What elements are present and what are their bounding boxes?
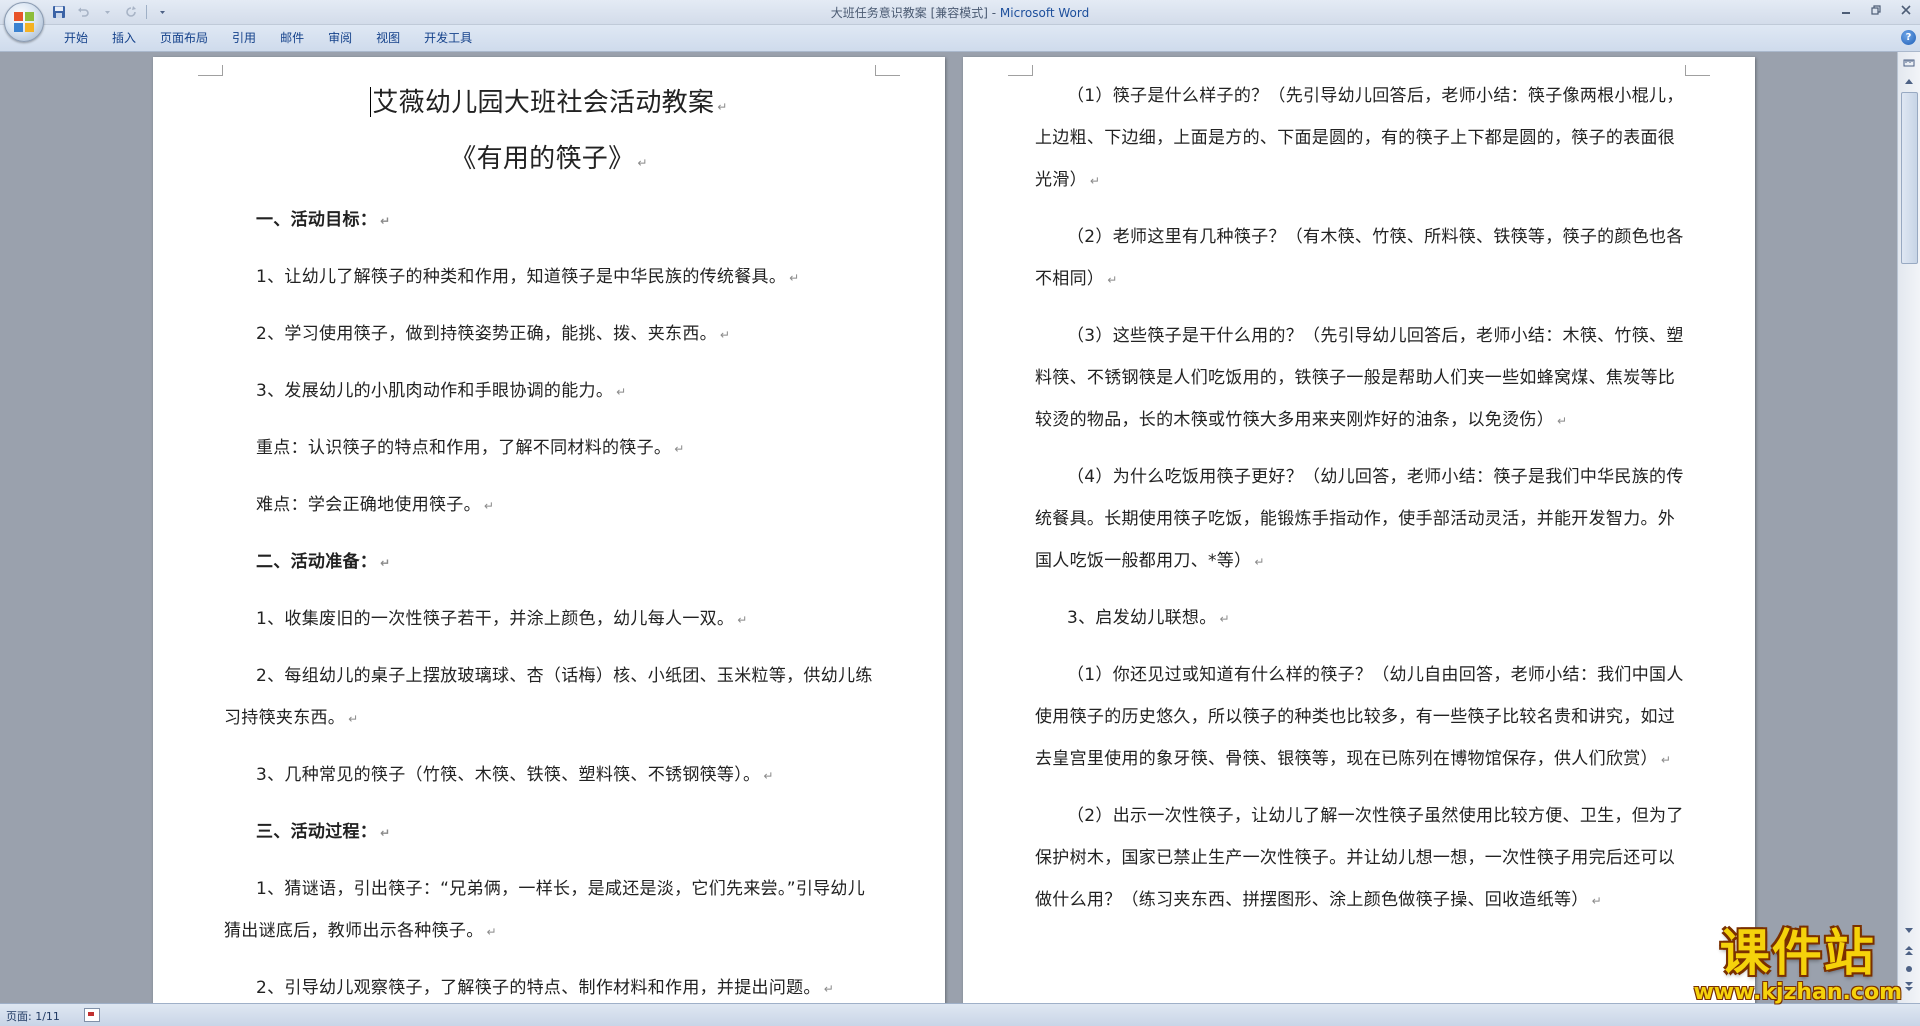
office-logo-icon xyxy=(14,12,34,32)
document-page-2[interactable]: （1）筷子是什么样子的？（先引导幼儿回答后，老师小结：筷子像两根小棍儿，上边粗、… xyxy=(963,57,1755,1003)
tab-references[interactable]: 引用 xyxy=(220,25,268,51)
tab-insert[interactable]: 插入 xyxy=(100,25,148,51)
document-area: 艾薇幼儿园大班社会活动教案 ↵ 《有用的筷子》 ↵ 一、活动目标： ↵ 1、让幼儿了解… xyxy=(0,52,1898,1003)
scroll-thumb[interactable] xyxy=(1901,92,1918,264)
ribbon-tabs: 开始 插入 页面布局 引用 邮件 审阅 视图 开发工具 ? xyxy=(0,25,1920,52)
tab-page-layout[interactable]: 页面布局 xyxy=(148,25,220,51)
watermark: 课件站 www.kjzhan.com xyxy=(1693,926,1902,1005)
close-button[interactable] xyxy=(1898,2,1914,18)
minimize-button[interactable] xyxy=(1838,2,1854,18)
next-page-button[interactable] xyxy=(1900,978,1917,995)
scroll-up-button[interactable] xyxy=(1900,72,1917,89)
paragraph[interactable]: （2）出示一次性筷子，让幼儿了解一次性筷子虽然使用比较方便、卫生，但为了保护树木… xyxy=(1035,795,1685,922)
office-button[interactable] xyxy=(4,2,44,42)
paragraph[interactable]: （3）这些筷子是干什么用的？（先引导幼儿回答后，老师小结：木筷、竹筷、塑料筷、不… xyxy=(1035,315,1685,442)
page-2-content: （1）筷子是什么样子的？（先引导幼儿回答后，老师小结：筷子像两根小棍儿，上边粗、… xyxy=(1035,75,1685,936)
document-title[interactable]: 艾薇幼儿园大班社会活动教案 ↵ xyxy=(224,79,874,131)
paragraph[interactable]: （4）为什么吃饭用筷子更好？（幼儿回答，老师小结：筷子是我们中华民族的传统餐具。… xyxy=(1035,456,1685,583)
paragraph[interactable]: 3、发展幼儿的小肌肉动作和手眼协调的能力。 ↵ xyxy=(224,370,874,413)
paragraph[interactable]: 3、启发幼儿联想。 ↵ xyxy=(1035,597,1685,640)
paragraph[interactable]: 2、每组幼儿的桌子上摆放玻璃球、杏（话梅）核、小纸团、玉米粒等，供幼儿练习持筷夹… xyxy=(224,655,874,740)
app-name: Microsoft Word xyxy=(999,6,1090,20)
previous-page-button[interactable] xyxy=(1900,942,1917,959)
paragraph[interactable]: 重点：认识筷子的特点和作用，了解不同材料的筷子。 ↵ xyxy=(224,427,874,470)
tab-mailings[interactable]: 邮件 xyxy=(268,25,316,51)
status-bar: 页面: 1/11 xyxy=(0,1003,1920,1026)
window-title: 大班任务意识教案 [兼容模式] - Microsoft Word xyxy=(0,4,1920,21)
paragraph[interactable]: 2、引导幼儿观察筷子，了解筷子的特点、制作材料和作用，并提出问题。 ↵ xyxy=(224,967,874,1003)
crop-mark xyxy=(875,65,900,76)
arrow-down-icon xyxy=(1904,927,1913,933)
help-button[interactable]: ? xyxy=(1901,30,1916,45)
paragraph[interactable]: 2、学习使用筷子，做到持筷姿势正确，能挑、拨、夹东西。 ↵ xyxy=(224,313,874,356)
paragraph[interactable]: （2）老师这里有几种筷子？（有木筷、竹筷、所料筷、铁筷等，筷子的颜色也各不相同）… xyxy=(1035,216,1685,301)
restore-icon xyxy=(1871,5,1881,15)
tab-review[interactable]: 审阅 xyxy=(316,25,364,51)
document-subtitle[interactable]: 《有用的筷子》 ↵ xyxy=(224,137,874,185)
section-heading[interactable]: 一、活动目标： ↵ xyxy=(224,199,874,242)
crop-mark xyxy=(198,65,223,76)
tab-list: 开始 插入 页面布局 引用 邮件 审阅 视图 开发工具 xyxy=(52,25,484,51)
select-browse-object-button[interactable] xyxy=(1900,960,1917,977)
paragraph[interactable]: 3、几种常见的筷子（竹筷、木筷、铁筷、塑料筷、不锈钢筷等）。 ↵ xyxy=(224,754,874,797)
vertical-scrollbar[interactable] xyxy=(1897,52,1920,1003)
watermark-logo-text: 课件站 xyxy=(1719,924,1876,982)
tab-home[interactable]: 开始 xyxy=(52,25,100,51)
paragraph[interactable]: （1）你还见过或知道有什么样的筷子？（幼儿自由回答，老师小结：我们中国人使用筷子… xyxy=(1035,654,1685,781)
title-bar: 大班任务意识教案 [兼容模式] - Microsoft Word xyxy=(0,0,1920,25)
paragraph[interactable]: （1）筷子是什么样子的？（先引导幼儿回答后，老师小结：筷子像两根小棍儿，上边粗、… xyxy=(1035,75,1685,202)
paragraph[interactable]: 1、猜谜语，引出筷子：“兄弟俩，一样长，是咸还是淡，它们先来尝。”引导幼儿猜出谜… xyxy=(224,868,874,953)
document-page-1[interactable]: 艾薇幼儿园大班社会活动教案 ↵ 《有用的筷子》 ↵ 一、活动目标： ↵ 1、让幼儿了解… xyxy=(153,57,945,1003)
ruler-icon xyxy=(1903,59,1914,66)
minimize-icon xyxy=(1842,12,1850,14)
paragraph[interactable]: 1、让幼儿了解筷子的种类和作用，知道筷子是中华民族的传统餐具。 ↵ xyxy=(224,256,874,299)
document-name: 大班任务意识教案 [兼容模式] - xyxy=(830,6,1000,20)
double-arrow-up-icon xyxy=(1904,946,1913,955)
restore-button[interactable] xyxy=(1868,2,1884,18)
crop-mark xyxy=(1008,65,1033,76)
tab-view[interactable]: 视图 xyxy=(364,25,412,51)
proofing-status-icon[interactable] xyxy=(84,1008,100,1022)
watermark-url: www.kjzhan.com xyxy=(1693,980,1902,1005)
crop-mark xyxy=(1685,65,1710,76)
page-number-indicator[interactable]: 页面: 1/11 xyxy=(6,1008,60,1024)
circle-icon xyxy=(1905,965,1912,972)
double-arrow-down-icon xyxy=(1904,982,1913,991)
paragraph[interactable]: 难点：学会正确地使用筷子。 ↵ xyxy=(224,484,874,527)
scroll-down-button[interactable] xyxy=(1900,922,1917,939)
page-1-content: 艾薇幼儿园大班社会活动教案 ↵ 《有用的筷子》 ↵ 一、活动目标： ↵ 1、让幼儿了解… xyxy=(224,79,874,1003)
tab-developer[interactable]: 开发工具 xyxy=(412,25,484,51)
section-heading[interactable]: 三、活动过程： ↵ xyxy=(224,811,874,854)
ruler-toggle-button[interactable] xyxy=(1900,54,1917,71)
window-controls xyxy=(1838,2,1914,18)
close-icon xyxy=(1901,5,1911,15)
arrow-up-icon xyxy=(1904,78,1913,84)
section-heading[interactable]: 二、活动准备： ↵ xyxy=(224,541,874,584)
paragraph[interactable]: 1、收集废旧的一次性筷子若干，并涂上颜色，幼儿每人一双。 ↵ xyxy=(224,598,874,641)
